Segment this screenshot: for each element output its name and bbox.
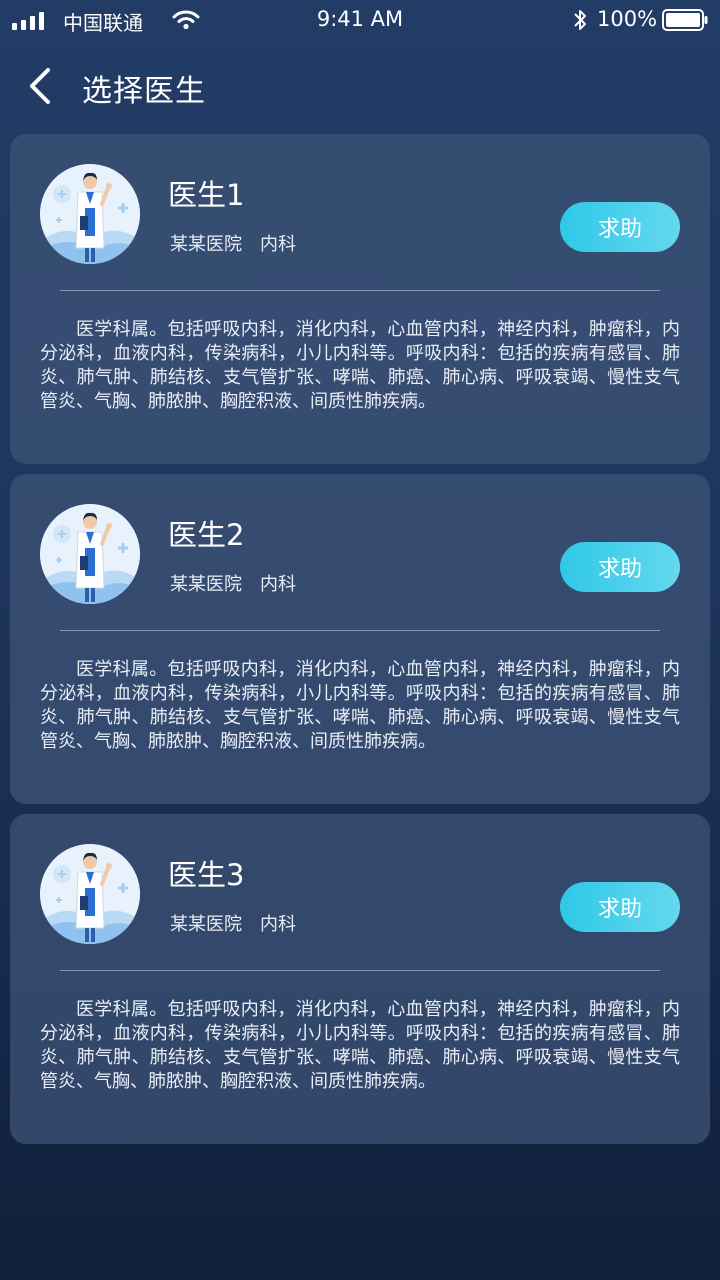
- doctor-hospital: 某某医院: [170, 234, 242, 255]
- divider: [60, 970, 660, 971]
- doctor-name: 医生2: [168, 518, 245, 552]
- doctor-card-2: 医生2 某某医院 内科 求助 医学科属。包括呼吸内科，消化内科，心血管内科，神经内…: [10, 474, 710, 804]
- doctor-avatar: [40, 164, 140, 264]
- doctor-department: 内科: [260, 574, 296, 595]
- doctor-department: 内科: [260, 914, 296, 935]
- doctor-card-3: 医生3 某某医院 内科 求助 医学科属。包括呼吸内科，消化内科，心血管内科，神经内…: [10, 814, 710, 1144]
- doctor-description: 医学科属。包括呼吸内科，消化内科，心血管内科，神经内科，肿瘤科，内分泌科，血液内…: [40, 999, 680, 1092]
- doctor-hospital: 某某医院: [170, 574, 242, 595]
- doctor-name: 医生1: [168, 178, 245, 212]
- doctor-meta: 某某医院 内科: [170, 570, 296, 596]
- status-bar: 中国联通 9:41 AM 100%: [0, 0, 720, 40]
- doctor-description: 医学科属。包括呼吸内科，消化内科，心血管内科，神经内科，肿瘤科，内分泌科，血液内…: [40, 659, 680, 752]
- divider: [60, 630, 660, 631]
- page-title: 选择医生: [82, 74, 206, 109]
- help-button[interactable]: 求助: [560, 202, 680, 252]
- nav-bar: 选择医生: [0, 40, 720, 132]
- doctor-meta: 某某医院 内科: [170, 910, 296, 936]
- back-button[interactable]: [22, 64, 62, 108]
- help-button[interactable]: 求助: [560, 882, 680, 932]
- divider: [60, 290, 660, 291]
- doctor-meta: 某某医院 内科: [170, 230, 296, 256]
- doctor-card-1: 医生1 某某医院 内科 求助 医学科属。包括呼吸内科，消化内科，心血管内科，神经内…: [10, 134, 710, 464]
- battery-percent: 100%: [597, 7, 658, 31]
- doctor-description: 医学科属。包括呼吸内科，消化内科，心血管内科，神经内科，肿瘤科，内分泌科，血液内…: [40, 319, 680, 412]
- bluetooth-icon: [574, 10, 586, 30]
- doctor-avatar-icon: [40, 164, 140, 264]
- doctor-hospital: 某某医院: [170, 914, 242, 935]
- doctor-department: 内科: [260, 234, 296, 255]
- doctor-avatar-icon: [40, 844, 140, 944]
- battery-icon: [662, 9, 708, 31]
- doctor-name: 医生3: [168, 858, 245, 892]
- help-button[interactable]: 求助: [560, 542, 680, 592]
- doctor-avatar: [40, 504, 140, 604]
- chevron-left-icon: [30, 68, 50, 104]
- doctor-avatar: [40, 844, 140, 944]
- doctor-avatar-icon: [40, 504, 140, 604]
